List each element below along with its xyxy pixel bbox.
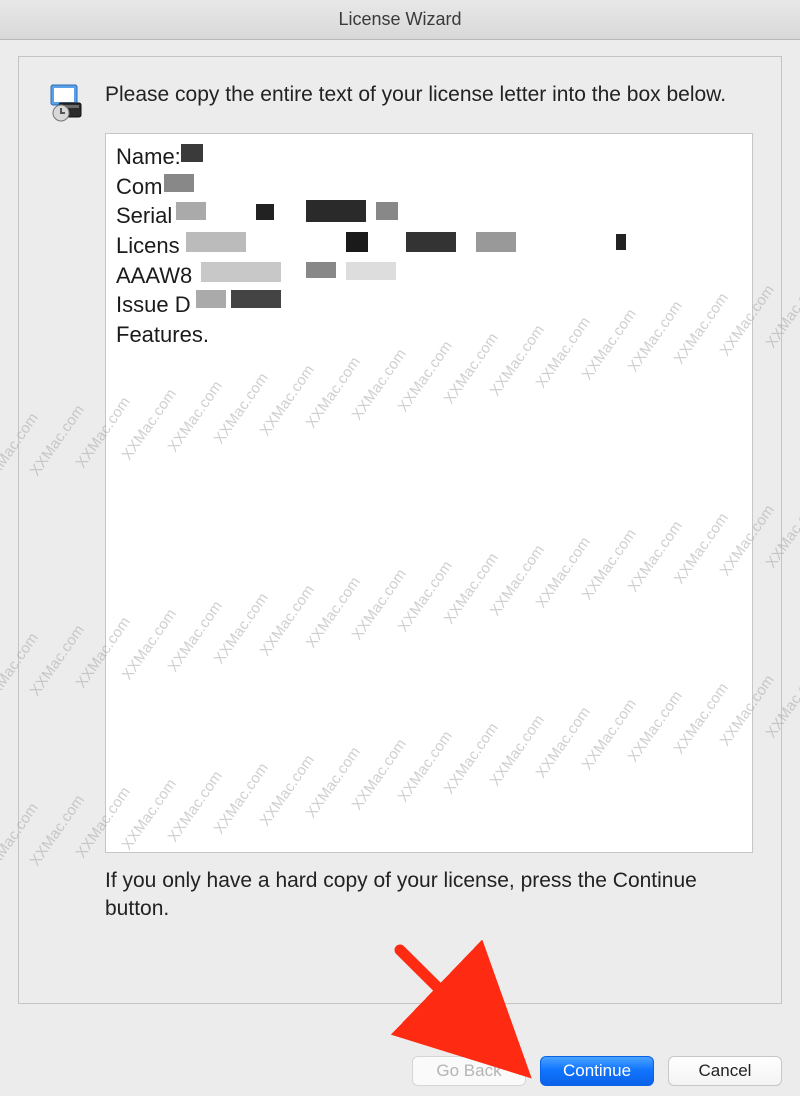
continue-label: Continue [563, 1061, 631, 1081]
license-textarea[interactable]: Name: Com Serial Licens AAAW8 Issue D Fe… [105, 133, 753, 853]
cancel-label: Cancel [699, 1061, 752, 1081]
continue-button[interactable]: Continue [540, 1056, 654, 1086]
window-body: Please copy the entire text of your lice… [0, 40, 800, 1022]
hint-text: If you only have a hard copy of your lic… [105, 867, 753, 924]
go-back-button: Go Back [412, 1056, 526, 1086]
window-title: License Wizard [338, 9, 461, 30]
header-row: Please copy the entire text of your lice… [47, 81, 753, 123]
button-row: Go Back Continue Cancel [412, 1056, 782, 1086]
instruction-text: Please copy the entire text of your lice… [105, 81, 753, 109]
cancel-button[interactable]: Cancel [668, 1056, 782, 1086]
wizard-panel: Please copy the entire text of your lice… [18, 56, 782, 1004]
license-wizard-icon [47, 81, 89, 123]
window-titlebar: License Wizard [0, 0, 800, 40]
go-back-label: Go Back [436, 1061, 501, 1081]
